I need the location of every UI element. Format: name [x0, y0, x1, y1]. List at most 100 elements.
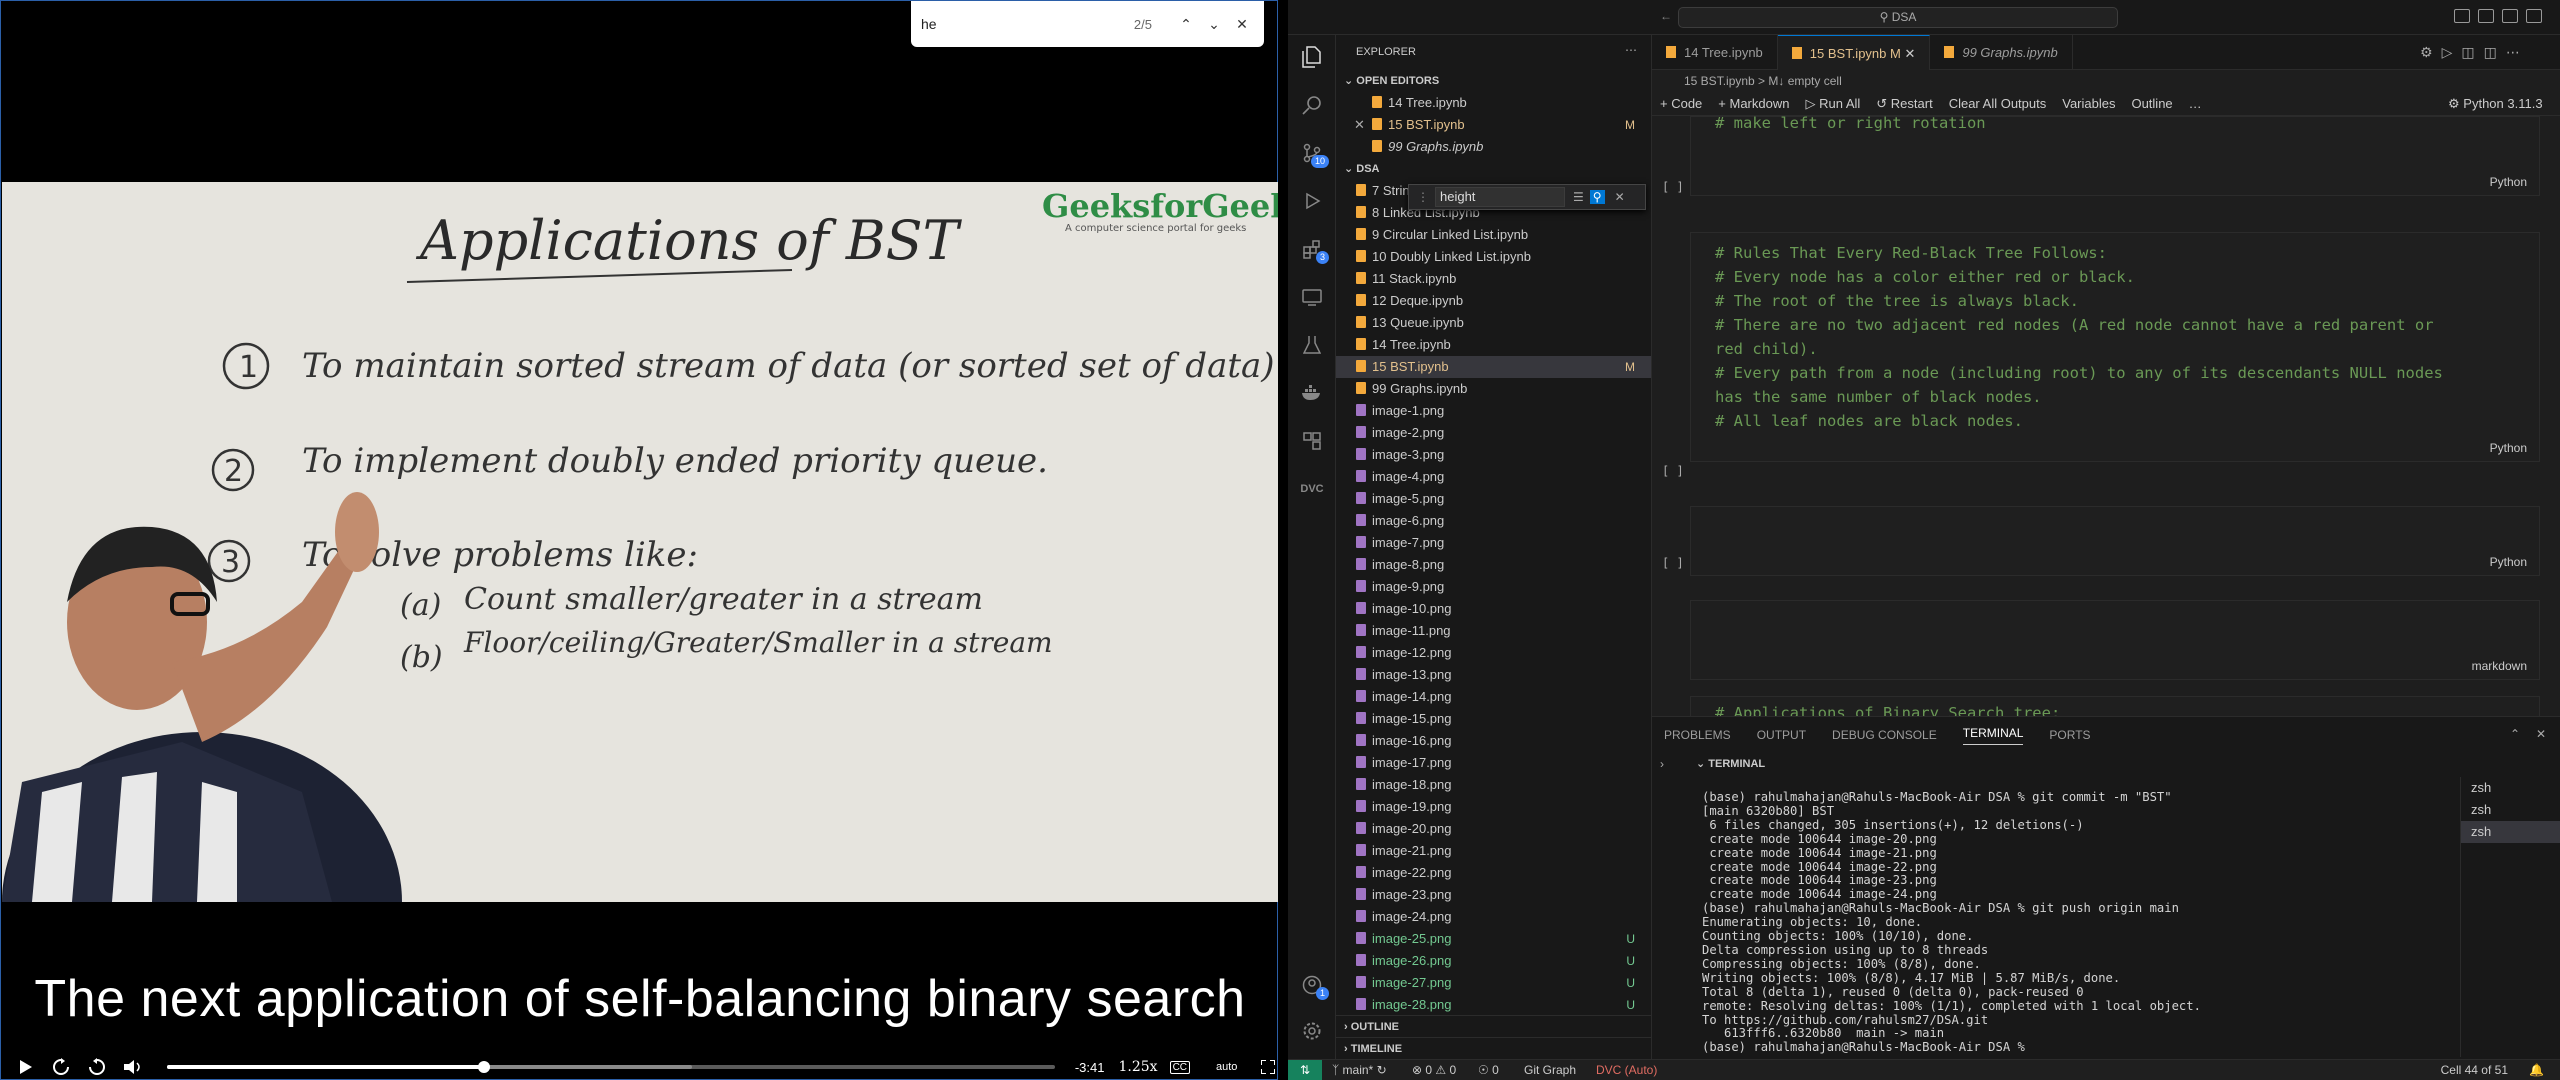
- cell-source[interactable]: # Rules That Every Red-Black Tree Follow…: [1691, 233, 2539, 433]
- more-icon[interactable]: ⋯: [2506, 44, 2529, 60]
- open-editor-item[interactable]: 99 Graphs.ipynb: [1336, 136, 1651, 158]
- panel-tab[interactable]: OUTPUT: [1757, 728, 1806, 742]
- seek-knob[interactable]: [478, 1061, 491, 1073]
- terminal-instance[interactable]: zsh: [2461, 777, 2560, 799]
- file-item[interactable]: image-4.png: [1336, 466, 1651, 488]
- cell-source[interactable]: # Applications of Binary Search tree:: [1691, 697, 2539, 716]
- account-icon[interactable]: 1: [1300, 973, 1329, 1000]
- notebook-cell[interactable]: markdown: [1690, 600, 2540, 680]
- customize-layout-icon[interactable]: [2526, 9, 2542, 23]
- volume-icon[interactable]: [122, 1056, 144, 1078]
- close-find-icon[interactable]: ✕: [1615, 190, 1625, 204]
- run-debug-icon[interactable]: [1300, 189, 1324, 213]
- cell-source[interactable]: [1691, 601, 2539, 633]
- file-item[interactable]: image-19.png: [1336, 796, 1651, 818]
- file-item[interactable]: image-17.png: [1336, 752, 1651, 774]
- toolbar-button[interactable]: ↺ Restart: [1876, 96, 1932, 111]
- open-editor-item[interactable]: 14 Tree.ipynb: [1336, 92, 1651, 114]
- open-editor-item[interactable]: ✕ 15 BST.ipynb M: [1336, 114, 1651, 136]
- toolbar-button[interactable]: ▷ Run All: [1805, 96, 1860, 111]
- find-query-input[interactable]: he: [921, 16, 1134, 32]
- toolbar-button[interactable]: Outline: [2131, 96, 2172, 111]
- file-item[interactable]: image-18.png: [1336, 774, 1651, 796]
- file-item[interactable]: image-7.png: [1336, 532, 1651, 554]
- terminal-instance[interactable]: zsh: [2461, 799, 2560, 821]
- file-item[interactable]: 14 Tree.ipynb: [1336, 334, 1651, 356]
- file-item[interactable]: image-16.png: [1336, 730, 1651, 752]
- more-actions-icon[interactable]: ⋯: [1625, 43, 1637, 57]
- file-item[interactable]: image-11.png: [1336, 620, 1651, 642]
- sync-icon[interactable]: ↻: [1377, 1063, 1387, 1077]
- back-icon[interactable]: ←: [1660, 9, 1672, 23]
- file-item[interactable]: image-6.png: [1336, 510, 1651, 532]
- notifications-icon[interactable]: 🔔: [2529, 1060, 2544, 1080]
- breadcrumb[interactable]: 15 BST.ipynb > M↓ empty cell: [1652, 70, 2560, 92]
- file-item[interactable]: image-28.png U: [1336, 994, 1651, 1016]
- file-item[interactable]: 15 BST.ipynb M: [1336, 356, 1651, 378]
- file-item[interactable]: 99 Graphs.ipynb: [1336, 378, 1651, 400]
- settings-gear-icon[interactable]: [1300, 1019, 1324, 1043]
- terminal-expand-icon[interactable]: ›: [1660, 757, 1664, 771]
- ports-count[interactable]: ☉ 0: [1478, 1060, 1499, 1080]
- remote-indicator-icon[interactable]: ⇅: [1288, 1060, 1322, 1080]
- toggle-secondary-sidebar-icon[interactable]: [2502, 9, 2518, 23]
- file-item[interactable]: image-12.png: [1336, 642, 1651, 664]
- command-center-search[interactable]: ⚲ DSA: [1678, 7, 2118, 28]
- timeline-section[interactable]: › TIMELINE: [1336, 1037, 1651, 1059]
- cc-button[interactable]: CC: [1169, 1060, 1191, 1074]
- file-item[interactable]: image-14.png: [1336, 686, 1651, 708]
- play-icon[interactable]: [15, 1056, 37, 1078]
- file-item[interactable]: image-15.png: [1336, 708, 1651, 730]
- find-close-icon[interactable]: ✕: [1230, 12, 1254, 36]
- remote-explorer-icon[interactable]: [1300, 285, 1324, 309]
- panel-tab[interactable]: PROBLEMS: [1664, 728, 1731, 742]
- file-item[interactable]: image-5.png: [1336, 488, 1651, 510]
- quality-button[interactable]: auto: [1216, 1061, 1237, 1073]
- git-branch[interactable]: ᛉ main* ↻: [1332, 1060, 1387, 1080]
- notebook-cell[interactable]: # Rules That Every Red-Black Tree Follow…: [1690, 232, 2540, 462]
- file-item[interactable]: 11 Stack.ipynb: [1336, 268, 1651, 290]
- close-editor-icon[interactable]: ✕: [1354, 114, 1365, 136]
- problems-count[interactable]: ⊗ 0 ⚠ 0: [1412, 1060, 1456, 1080]
- kernel-picker[interactable]: ⚙ Python 3.11.3: [2448, 92, 2543, 116]
- file-item[interactable]: image-8.png: [1336, 554, 1651, 576]
- editor-tab[interactable]: 99 Graphs.ipynb: [1930, 35, 2073, 70]
- source-control-icon[interactable]: 10: [1300, 141, 1329, 168]
- dvc-icon[interactable]: DVC: [1300, 477, 1324, 501]
- run-icon[interactable]: ▷: [2442, 44, 2462, 60]
- extensions-icon[interactable]: 3: [1300, 237, 1329, 264]
- docker-icon[interactable]: [1300, 381, 1324, 405]
- toolbar-button[interactable]: + Markdown: [1718, 96, 1789, 111]
- file-item[interactable]: image-13.png: [1336, 664, 1651, 686]
- file-item[interactable]: image-3.png: [1336, 444, 1651, 466]
- toolbar-button[interactable]: Clear All Outputs: [1949, 96, 2047, 111]
- outline-section[interactable]: › OUTLINE: [1336, 1015, 1651, 1037]
- git-graph-button[interactable]: Git Graph: [1524, 1060, 1576, 1080]
- dvc-status[interactable]: DVC (Auto): [1596, 1060, 1657, 1080]
- file-item[interactable]: image-9.png: [1336, 576, 1651, 598]
- jupyter-icon[interactable]: [1300, 429, 1324, 453]
- fullscreen-icon[interactable]: [1257, 1056, 1279, 1078]
- file-item[interactable]: image-23.png: [1336, 884, 1651, 906]
- file-item[interactable]: image-24.png: [1336, 906, 1651, 928]
- fuzzy-match-icon[interactable]: ⚲: [1589, 190, 1605, 204]
- file-item[interactable]: image-10.png: [1336, 598, 1651, 620]
- panel-tab[interactable]: DEBUG CONSOLE: [1832, 728, 1937, 742]
- compare-icon[interactable]: ◫: [2461, 44, 2483, 60]
- toggle-panel-icon[interactable]: [2478, 9, 2494, 23]
- file-item[interactable]: 10 Doubly Linked List.ipynb: [1336, 246, 1651, 268]
- toolbar-button[interactable]: + Code: [1660, 96, 1702, 111]
- find-next-icon[interactable]: ⌄: [1202, 12, 1226, 36]
- video-player[interactable]: he 2/5 ⌃ ⌄ ✕ Applications of BST Geeksfo…: [0, 0, 1278, 1080]
- cell-source[interactable]: # make left or right rotation: [1691, 116, 2539, 135]
- find-previous-icon[interactable]: ⌃: [1174, 12, 1198, 36]
- file-item[interactable]: image-1.png: [1336, 400, 1651, 422]
- split-editor-icon[interactable]: ◫: [2484, 44, 2506, 60]
- file-item[interactable]: 12 Deque.ipynb: [1336, 290, 1651, 312]
- tree-find-input[interactable]: height: [1435, 187, 1565, 207]
- drag-handle-icon[interactable]: ⋮: [1417, 190, 1429, 204]
- file-item[interactable]: 13 Queue.ipynb: [1336, 312, 1651, 334]
- panel-tab[interactable]: PORTS: [2049, 728, 2090, 742]
- file-item[interactable]: image-22.png: [1336, 862, 1651, 884]
- cell-language[interactable]: markdown: [2472, 659, 2527, 673]
